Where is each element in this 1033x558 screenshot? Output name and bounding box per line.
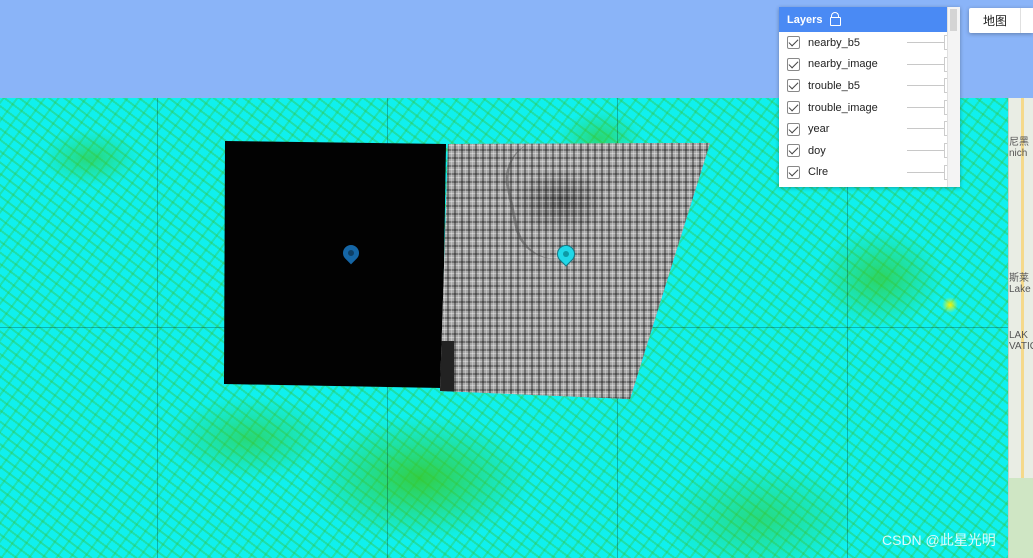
layer-label: Clre [808, 166, 829, 179]
layer-checkbox[interactable] [787, 101, 800, 115]
layers-header: Layers [779, 7, 960, 32]
layer-checkbox[interactable] [787, 144, 800, 158]
layer-item[interactable]: trouble_b5 [779, 75, 960, 97]
layer-checkbox[interactable] [787, 122, 800, 136]
layer-item[interactable]: Clre [779, 162, 960, 184]
map-type-button[interactable]: 地图 [969, 8, 1033, 33]
park-area [1009, 478, 1033, 558]
scrollbar-thumb[interactable] [950, 9, 957, 31]
watermark: CSDN @此星光明 [882, 532, 996, 548]
layer-item[interactable]: doy [779, 140, 960, 162]
layer-checkbox[interactable] [787, 165, 800, 179]
lock-icon[interactable] [830, 12, 842, 26]
layer-label: trouble_b5 [808, 79, 860, 92]
layer-checkbox[interactable] [787, 79, 800, 93]
layers-panel: Layers nearby_b5 nearby_image trouble_b5… [779, 7, 960, 187]
layers-scrollbar[interactable] [947, 7, 960, 187]
layer-item[interactable]: year [779, 118, 960, 140]
map-place-label: VATIO [1009, 341, 1033, 352]
basemap-strip [1008, 98, 1033, 558]
layer-label: nearby_b5 [808, 36, 860, 49]
opacity-slider-track[interactable] [907, 63, 945, 65]
layer-item[interactable]: trouble_image [779, 97, 960, 119]
opacity-slider-track[interactable] [907, 106, 945, 108]
divider [1020, 8, 1021, 33]
opacity-slider-track[interactable] [907, 171, 945, 173]
layer-label: doy [808, 144, 826, 157]
layer-label: trouble_image [808, 101, 878, 114]
opacity-slider-track[interactable] [907, 149, 945, 151]
nearby-image-tile [224, 141, 446, 388]
layers-title: Layers [787, 13, 823, 26]
map-place-label: LAK [1009, 330, 1028, 341]
layer-checkbox[interactable] [787, 57, 800, 71]
map-place-label: nich [1009, 148, 1028, 159]
map-place-label: Lake [1009, 284, 1031, 295]
layer-label: year [808, 123, 830, 136]
opacity-slider-track[interactable] [907, 42, 945, 43]
layer-item[interactable]: nearby_b5 [779, 32, 960, 54]
opacity-slider-track[interactable] [907, 128, 945, 130]
map-place-label: 尼黑 [1009, 137, 1029, 148]
layer-checkbox[interactable] [787, 36, 800, 50]
layer-item[interactable]: nearby_image [779, 54, 960, 76]
map-gridline [157, 98, 158, 558]
map-place-label: 斯莱 [1009, 273, 1029, 284]
layer-label: nearby_image [808, 58, 878, 71]
map-type-label: 地图 [983, 14, 1008, 28]
river [440, 341, 454, 399]
opacity-slider-track[interactable] [907, 85, 945, 87]
